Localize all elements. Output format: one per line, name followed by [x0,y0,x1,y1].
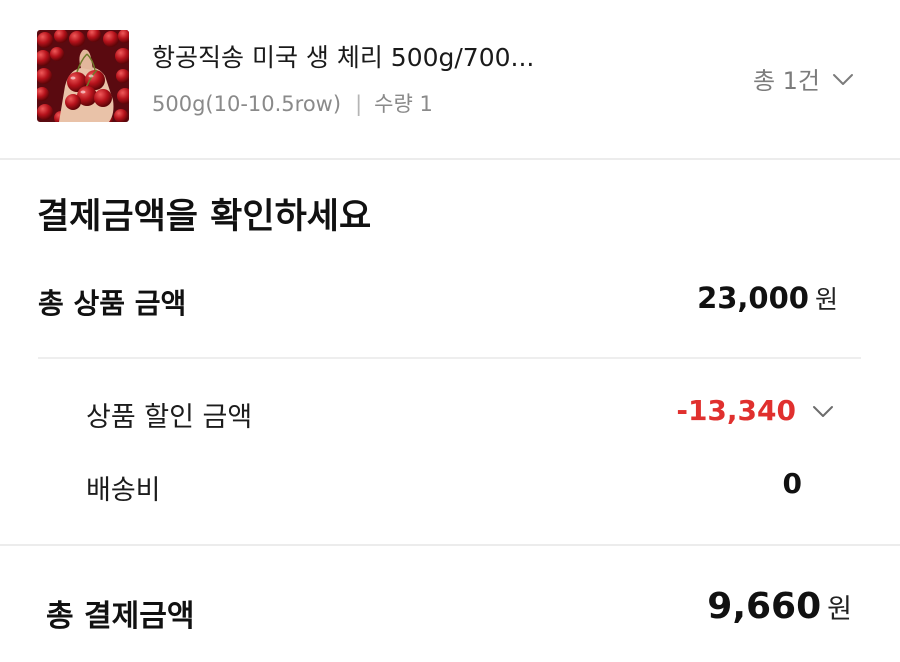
subtotal-unit: 원 [814,285,838,314]
product-thumbnail[interactable] [37,30,129,122]
discount-expand-button[interactable] [812,404,834,423]
shipping-value: 0 [782,467,802,500]
discount-amount: -13,340 [676,394,796,427]
product-option: 500g(10-10.5row) [152,92,342,116]
product-name[interactable]: 항공직송 미국 생 체리 500g/700... [152,38,534,74]
total-value: 9,660 [707,586,822,627]
shipping-amount: 0 [783,467,802,500]
product-options: 500g(10-10.5row) | 수량 1 [152,88,433,118]
total-count-toggle[interactable]: 총 1건 [753,61,854,96]
chevron-down-icon [832,65,854,93]
chevron-down-icon [812,404,834,423]
discount-value: -13,340 [676,394,796,427]
section-divider [0,544,900,546]
discount-label: 상품 할인 금액 [86,402,253,433]
total-amount: 9,660 원 [707,586,852,627]
subtotal-value: 23,000 [697,281,809,315]
subtotal-amount: 23,000 원 [697,280,838,316]
section-title: 결제금액을 확인하세요 [37,197,372,237]
total-unit: 원 [827,594,852,625]
order-product-row: 항공직송 미국 생 체리 500g/700... 500g(10-10.5row… [0,0,900,158]
product-quantity: 수량 1 [374,92,433,116]
section-divider [0,158,900,160]
meta-separator: | [355,92,363,116]
shipping-label: 배송비 [86,475,161,506]
total-label: 총 결제금액 [46,599,195,634]
summary-divider [38,357,861,359]
subtotal-label: 총 상품 금액 [38,287,187,320]
total-count-label: 총 1건 [752,67,820,95]
